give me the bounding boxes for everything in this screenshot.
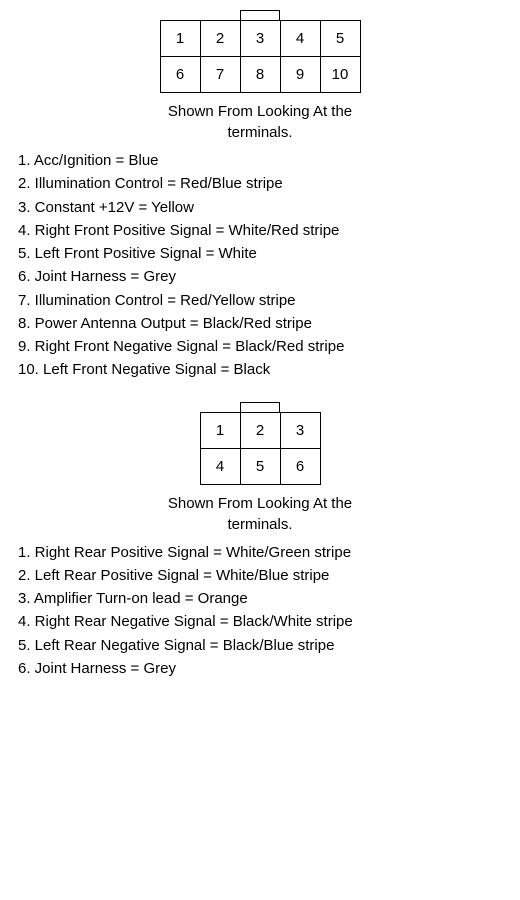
pin-item: 6. Joint Harness = Grey (18, 657, 510, 680)
pin-item: 1. Right Rear Positive Signal = White/Gr… (18, 541, 510, 564)
table-cell: 2 (240, 412, 280, 448)
table-cell: 5 (240, 448, 280, 484)
section-1-caption: Shown From Looking At theterminals. (168, 101, 352, 143)
table-cell: 1 (160, 21, 200, 57)
pin-item: 3. Amplifier Turn-on lead = Orange (18, 587, 510, 610)
connector-1-tab (240, 10, 280, 20)
connector-2-table: 123 456 (200, 412, 321, 485)
pin-item: 2. Left Rear Positive Signal = White/Blu… (18, 564, 510, 587)
pin-item: 4. Right Front Positive Signal = White/R… (18, 219, 510, 242)
table-cell: 5 (320, 21, 360, 57)
pin-item: 9. Right Front Negative Signal = Black/R… (18, 335, 510, 358)
pin-item: 1. Acc/Ignition = Blue (18, 149, 510, 172)
pin-item: 5. Left Front Positive Signal = White (18, 242, 510, 265)
table-cell: 4 (280, 21, 320, 57)
table-cell: 10 (320, 57, 360, 93)
pin-item: 6. Joint Harness = Grey (18, 265, 510, 288)
connector-1-wrapper: 12345 678910 (160, 10, 361, 101)
table-cell: 9 (280, 57, 320, 93)
table-cell: 3 (280, 412, 320, 448)
pin-item: 7. Illumination Control = Red/Yellow str… (18, 289, 510, 312)
connector-2-tab (240, 402, 280, 412)
pin-item: 2. Illumination Control = Red/Blue strip… (18, 172, 510, 195)
section-2-pinlist: 1. Right Rear Positive Signal = White/Gr… (10, 541, 510, 681)
table-cell: 3 (240, 21, 280, 57)
pin-item: 10. Left Front Negative Signal = Black (18, 358, 510, 381)
section-1-pinlist: 1. Acc/Ignition = Blue2. Illumination Co… (10, 149, 510, 382)
pin-item: 8. Power Antenna Output = Black/Red stri… (18, 312, 510, 335)
connector-2-wrapper: 123 456 (200, 402, 321, 493)
table-cell: 7 (200, 57, 240, 93)
pin-item: 3. Constant +12V = Yellow (18, 196, 510, 219)
table-cell: 1 (200, 412, 240, 448)
pin-item: 5. Left Rear Negative Signal = Black/Blu… (18, 634, 510, 657)
table-cell: 8 (240, 57, 280, 93)
connector-1-table: 12345 678910 (160, 20, 361, 93)
table-cell: 2 (200, 21, 240, 57)
table-cell: 6 (160, 57, 200, 93)
section-2: 123 456 Shown From Looking At theterminal… (10, 402, 510, 693)
table-cell: 4 (200, 448, 240, 484)
pin-item: 4. Right Rear Negative Signal = Black/Wh… (18, 610, 510, 633)
section-1: 12345 678910 Shown From Looking At theter… (10, 10, 510, 394)
table-cell: 6 (280, 448, 320, 484)
section-2-caption: Shown From Looking At theterminals. (168, 493, 352, 535)
